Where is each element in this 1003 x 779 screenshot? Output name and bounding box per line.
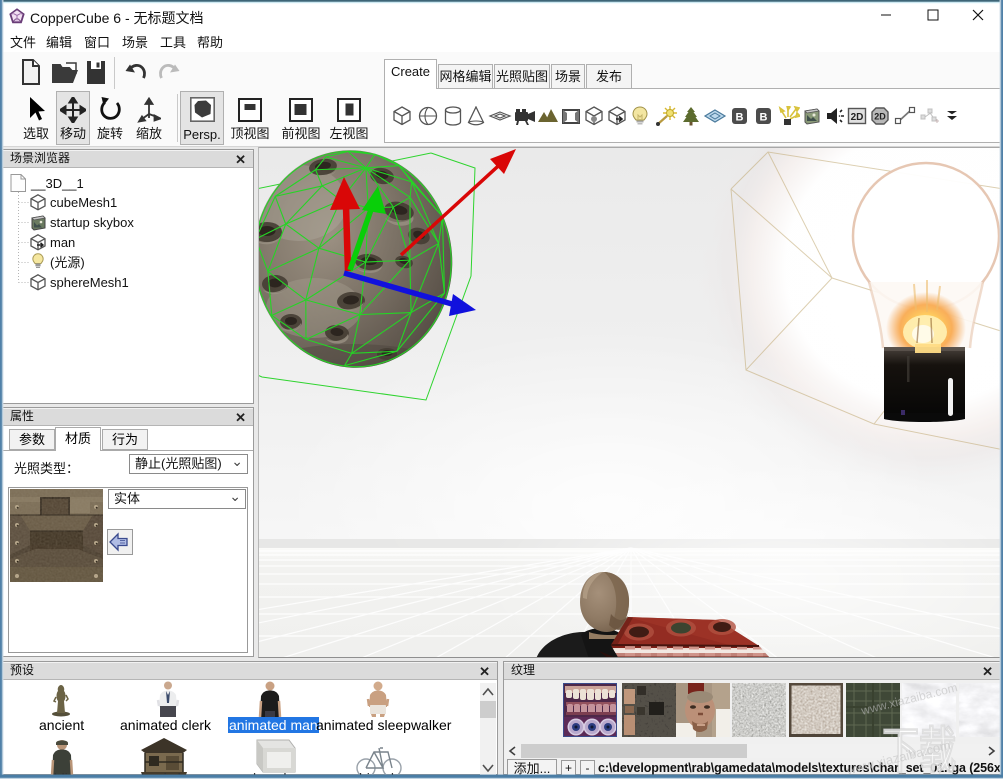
svg-text:2D: 2D [874,112,886,122]
svg-text:(光源): (光源) [50,255,85,270]
svg-text:sphereMesh1: sphereMesh1 [50,275,129,290]
svg-text:B: B [736,112,744,124]
svg-text:__3D__1: __3D__1 [30,176,84,191]
svg-text:man: man [50,235,75,250]
svg-text:cubeMesh1: cubeMesh1 [50,195,117,210]
svg-text:B: B [760,112,768,124]
svg-text:startup skybox: startup skybox [50,215,134,230]
svg-text:2D: 2D [851,112,864,123]
